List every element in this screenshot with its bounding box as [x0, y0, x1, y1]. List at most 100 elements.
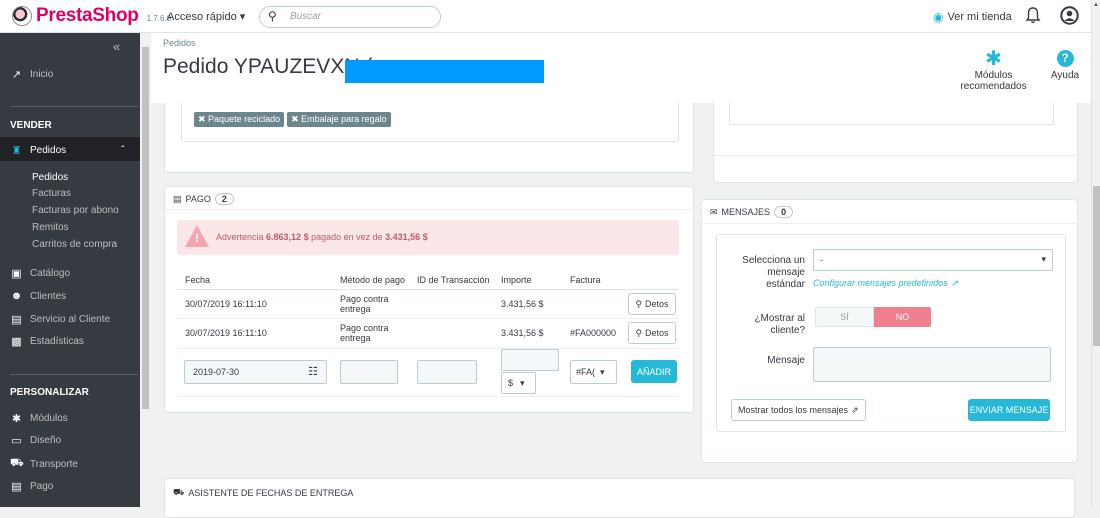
- sidebar-item-transporte[interactable]: ⛟ Transporte: [10, 457, 78, 471]
- logo[interactable]: PrestaShop 1.7.6.0: [12, 5, 171, 27]
- chat-icon: ▤: [11, 314, 22, 326]
- help-icon: ?: [1056, 50, 1074, 67]
- redaction-box: [345, 60, 544, 83]
- divider: [714, 155, 1079, 156]
- monitor-icon: ▭: [11, 435, 22, 447]
- show-customer-toggle[interactable]: SÍ NO: [815, 307, 931, 327]
- sidebar-subitem-pedidos[interactable]: Pedidos: [32, 172, 68, 183]
- bell-icon[interactable]: [1025, 6, 1041, 24]
- message-form: Selecciona un mensaje estándar - ▾ Confi…: [716, 234, 1066, 432]
- search-input[interactable]: ⚲ Buscar: [259, 6, 441, 28]
- delivery-panel: ⛟ ASISTENTE DE FECHAS DE ENTREGA: [164, 478, 1075, 518]
- sidebar-subitem-facturas[interactable]: Facturas: [32, 188, 71, 199]
- messages-title: MENSAJES: [721, 207, 771, 217]
- customer-panel: [713, 103, 1079, 183]
- collapse-sidebar-icon[interactable]: «: [113, 39, 120, 54]
- sidebar-item-estadisticas[interactable]: ▩ Estadísticas: [10, 335, 84, 348]
- sidebar-item-label: Servicio al Cliente: [30, 314, 111, 325]
- sidebar-subitem-remitos[interactable]: Remitos: [32, 222, 69, 233]
- predefined-messages-link[interactable]: Configurar mensajes predefinidos ⇗: [813, 277, 958, 289]
- message-label: Mensaje: [767, 355, 805, 366]
- transaction-id-input[interactable]: [417, 360, 477, 384]
- messages-count-badge: 0: [774, 206, 794, 218]
- page-scrollbar[interactable]: ▲: [1091, 0, 1100, 507]
- search-icon[interactable]: ⚲: [268, 9, 277, 23]
- sidebar-item-modulos[interactable]: ✱ Módulos: [10, 412, 68, 425]
- shipping-panel: ✖ Paquete reciclado ✖ Embalaje para regal…: [164, 103, 694, 173]
- messages-panel: ✉ MENSAJES 0 Selecciona un mensaje están…: [701, 199, 1079, 463]
- add-payment-button[interactable]: AÑADIR: [631, 360, 677, 383]
- invoice-select[interactable]: #FA(▾: [570, 360, 617, 384]
- row1-metodo: Pago contra entrega: [340, 294, 389, 314]
- messages-heading: ✉ MENSAJES 0: [710, 206, 794, 218]
- sidebar-item-inicio[interactable]: ↗ Inicio: [10, 68, 53, 81]
- bar-chart-icon: ▩: [11, 336, 22, 348]
- breadcrumb[interactable]: Pedidos: [163, 38, 196, 48]
- sidebar-item-clientes[interactable]: ☻ Clientes: [10, 290, 66, 302]
- money-icon: ▤: [173, 193, 182, 204]
- eye-icon: ◉: [933, 10, 944, 24]
- sidebar: « ↗ Inicio VENDER ♜ Pedidos ˆ Pedidos Fa…: [0, 33, 140, 507]
- chevron-up-icon: ˆ: [121, 145, 125, 156]
- sidebar-item-servicio[interactable]: ▤ Servicio al Cliente: [10, 313, 110, 326]
- sidebar-item-pago[interactable]: ▤ Pago: [10, 480, 53, 493]
- external-link-icon: ⇗: [950, 278, 959, 288]
- payment-heading: ▤ PAGO 2: [173, 193, 234, 205]
- message-textarea[interactable]: [813, 347, 1051, 382]
- sidebar-item-pedidos[interactable]: ♜ Pedidos ˆ: [10, 144, 125, 157]
- col-metodo: Método de pago: [340, 275, 406, 285]
- sidebar-item-diseno[interactable]: ▭ Diseño: [10, 434, 61, 447]
- select-value: -: [820, 255, 823, 265]
- puzzle-icon: ✱: [11, 413, 22, 425]
- sidebar-item-catalogo[interactable]: ▣ Catálogo: [10, 267, 70, 280]
- toggle-yes[interactable]: SÍ: [815, 307, 874, 327]
- standard-message-label: Selecciona un mensaje estándar: [742, 255, 805, 290]
- store-icon: ▣: [11, 268, 22, 280]
- warning-mid: pagado en vez de: [308, 232, 386, 242]
- currency-value: $: [508, 378, 514, 388]
- details-button[interactable]: ⚲ Detos: [628, 322, 676, 344]
- calendar-icon[interactable]: ☷: [308, 365, 318, 378]
- caret-down-icon: ▾: [1041, 254, 1046, 264]
- scrollbar-thumb[interactable]: [142, 47, 149, 409]
- payment-method-input[interactable]: [340, 360, 398, 384]
- sidebar-divider: [10, 374, 138, 375]
- recommended-modules-button[interactable]: ✱ Módulos recomendados: [941, 48, 1046, 92]
- delivery-title: ASISTENTE DE FECHAS DE ENTREGA: [188, 488, 354, 498]
- search-icon: ⚲: [635, 327, 643, 338]
- caret-down-icon: ▾: [600, 367, 605, 377]
- standard-message-select[interactable]: - ▾: [813, 249, 1053, 271]
- help-button[interactable]: ? Ayuda: [1048, 48, 1082, 81]
- sidebar-item-label: Diseño: [30, 435, 62, 446]
- sidebar-scrollbar[interactable]: [140, 33, 151, 507]
- view-store-label: Ver mi tienda: [947, 11, 1012, 23]
- customer-box: [729, 103, 1054, 125]
- logo-text: PrestaShop: [36, 5, 139, 26]
- payment-date-input[interactable]: 2019-07-30 ☷: [184, 360, 327, 384]
- currency-select[interactable]: $ ▾: [501, 372, 536, 394]
- truck-icon: ⛟: [10, 457, 24, 469]
- details-label: Detos: [645, 299, 669, 309]
- gift-wrap-tag: ✖ Embalaje para regalo: [287, 112, 391, 127]
- user-account-icon[interactable]: [1060, 6, 1079, 25]
- basket-icon: ♜: [11, 145, 22, 157]
- overpaid-warning: ! Advertencia 6.863,12 $ pagado en vez d…: [177, 220, 679, 255]
- amount-input[interactable]: [501, 349, 559, 371]
- scroll-up-icon[interactable]: ▲: [1093, 2, 1099, 8]
- toggle-no[interactable]: NO: [874, 307, 931, 327]
- warning-icon: !: [185, 225, 209, 247]
- divider: [177, 348, 679, 349]
- scrollbar-thumb[interactable]: [1093, 186, 1100, 346]
- sidebar-item-label: Módulos: [30, 413, 68, 424]
- external-link-icon: ⇗: [851, 405, 859, 415]
- sidebar-subitem-facturas-abono[interactable]: Facturas por abono: [32, 205, 119, 216]
- show-customer-label: ¿Mostrar al cliente?: [754, 313, 805, 336]
- trending-icon: ↗: [11, 69, 22, 81]
- view-store-link[interactable]: ◉ Ver mi tienda: [933, 10, 1012, 24]
- send-message-button[interactable]: ENVIAR MENSAJE: [968, 399, 1050, 421]
- details-button[interactable]: ⚲ Detos: [628, 293, 676, 315]
- sidebar-subitem-carritos[interactable]: Carritos de compra: [32, 239, 117, 250]
- sidebar-section-vender: VENDER: [10, 120, 52, 131]
- show-all-messages-button[interactable]: Mostrar todos los mensajes ⇗: [731, 399, 866, 421]
- quick-access-dropdown[interactable]: Acceso rápido ▾: [167, 10, 245, 23]
